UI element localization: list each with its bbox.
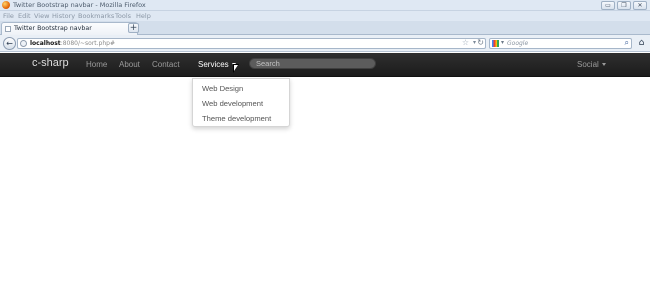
tab-title: Twitter Bootstrap navbar: [14, 25, 92, 32]
dropdown-item-web-development[interactable]: Web development: [202, 99, 263, 108]
caret-icon: [601, 63, 606, 67]
browser-search-field[interactable]: ▾ Google ⌕: [489, 38, 632, 49]
restore-icon[interactable]: ❐: [617, 1, 631, 10]
menu-edit[interactable]: Edit: [18, 12, 31, 20]
star-icon[interactable]: ☆: [462, 38, 469, 47]
url-path: :8080/~sort.php#: [60, 40, 115, 47]
dropdown-item-web-design[interactable]: Web Design: [202, 84, 243, 93]
site-search-input[interactable]: Search: [249, 58, 376, 69]
window-title: Twitter Bootstrap navbar - Mozilla Firef…: [13, 1, 146, 9]
tab-strip: Twitter Bootstrap navbar +: [0, 21, 650, 35]
url-bar[interactable]: localhost:8080/~sort.php# ☆ ▾ ↻: [17, 38, 486, 49]
search-icon[interactable]: ⌕: [625, 38, 629, 48]
menu-help[interactable]: Help: [136, 12, 151, 20]
nav-home[interactable]: Home: [86, 60, 107, 69]
site-navbar: c-sharp Home About Contact Services Sear…: [0, 53, 650, 77]
site-search-placeholder: Search: [256, 59, 280, 68]
page-favicon-icon: [5, 26, 11, 32]
window-titlebar: Twitter Bootstrap navbar - Mozilla Firef…: [0, 0, 650, 11]
back-icon[interactable]: ←: [3, 37, 16, 50]
firefox-logo-icon: [2, 1, 10, 9]
url-text: localhost:8080/~sort.php#: [30, 40, 115, 47]
menu-tools[interactable]: Tools: [115, 12, 131, 20]
close-icon[interactable]: ✕: [633, 1, 647, 10]
search-placeholder: Google: [507, 40, 529, 47]
brand-link[interactable]: c-sharp: [32, 57, 69, 69]
dropdown-item-theme-development[interactable]: Theme development: [202, 114, 271, 123]
google-icon[interactable]: [492, 40, 499, 47]
mouse-cursor-icon: [233, 64, 239, 73]
globe-icon: [20, 40, 27, 47]
menu-bookmarks[interactable]: Bookmarks: [78, 12, 114, 20]
nav-services-label: Services: [198, 60, 229, 69]
url-history-dropdown[interactable]: ▾: [473, 39, 476, 46]
nav-contact[interactable]: Contact: [152, 60, 180, 69]
url-host: localhost: [30, 40, 61, 47]
navigation-toolbar: ← localhost:8080/~sort.php# ☆ ▾ ↻ ▾ Goog…: [0, 35, 650, 52]
menubar: File Edit View History Bookmarks Tools H…: [0, 11, 650, 21]
browser-tab[interactable]: Twitter Bootstrap navbar: [1, 22, 138, 35]
home-icon[interactable]: ⌂: [636, 38, 647, 49]
menu-view[interactable]: View: [34, 12, 49, 20]
nav-social-dropdown-toggle[interactable]: Social: [577, 60, 606, 69]
minimize-icon[interactable]: ▭: [601, 1, 615, 10]
menu-history[interactable]: History: [52, 12, 75, 20]
nav-social-label: Social: [577, 60, 599, 69]
reload-icon[interactable]: ↻: [477, 38, 484, 47]
new-tab-button[interactable]: +: [128, 23, 139, 33]
services-dropdown-menu: Web Design Web development Theme develop…: [192, 78, 290, 127]
search-engine-dropdown[interactable]: ▾: [501, 39, 504, 46]
menu-file[interactable]: File: [3, 12, 14, 20]
nav-services-dropdown-toggle[interactable]: Services: [198, 60, 236, 69]
nav-about[interactable]: About: [119, 60, 140, 69]
